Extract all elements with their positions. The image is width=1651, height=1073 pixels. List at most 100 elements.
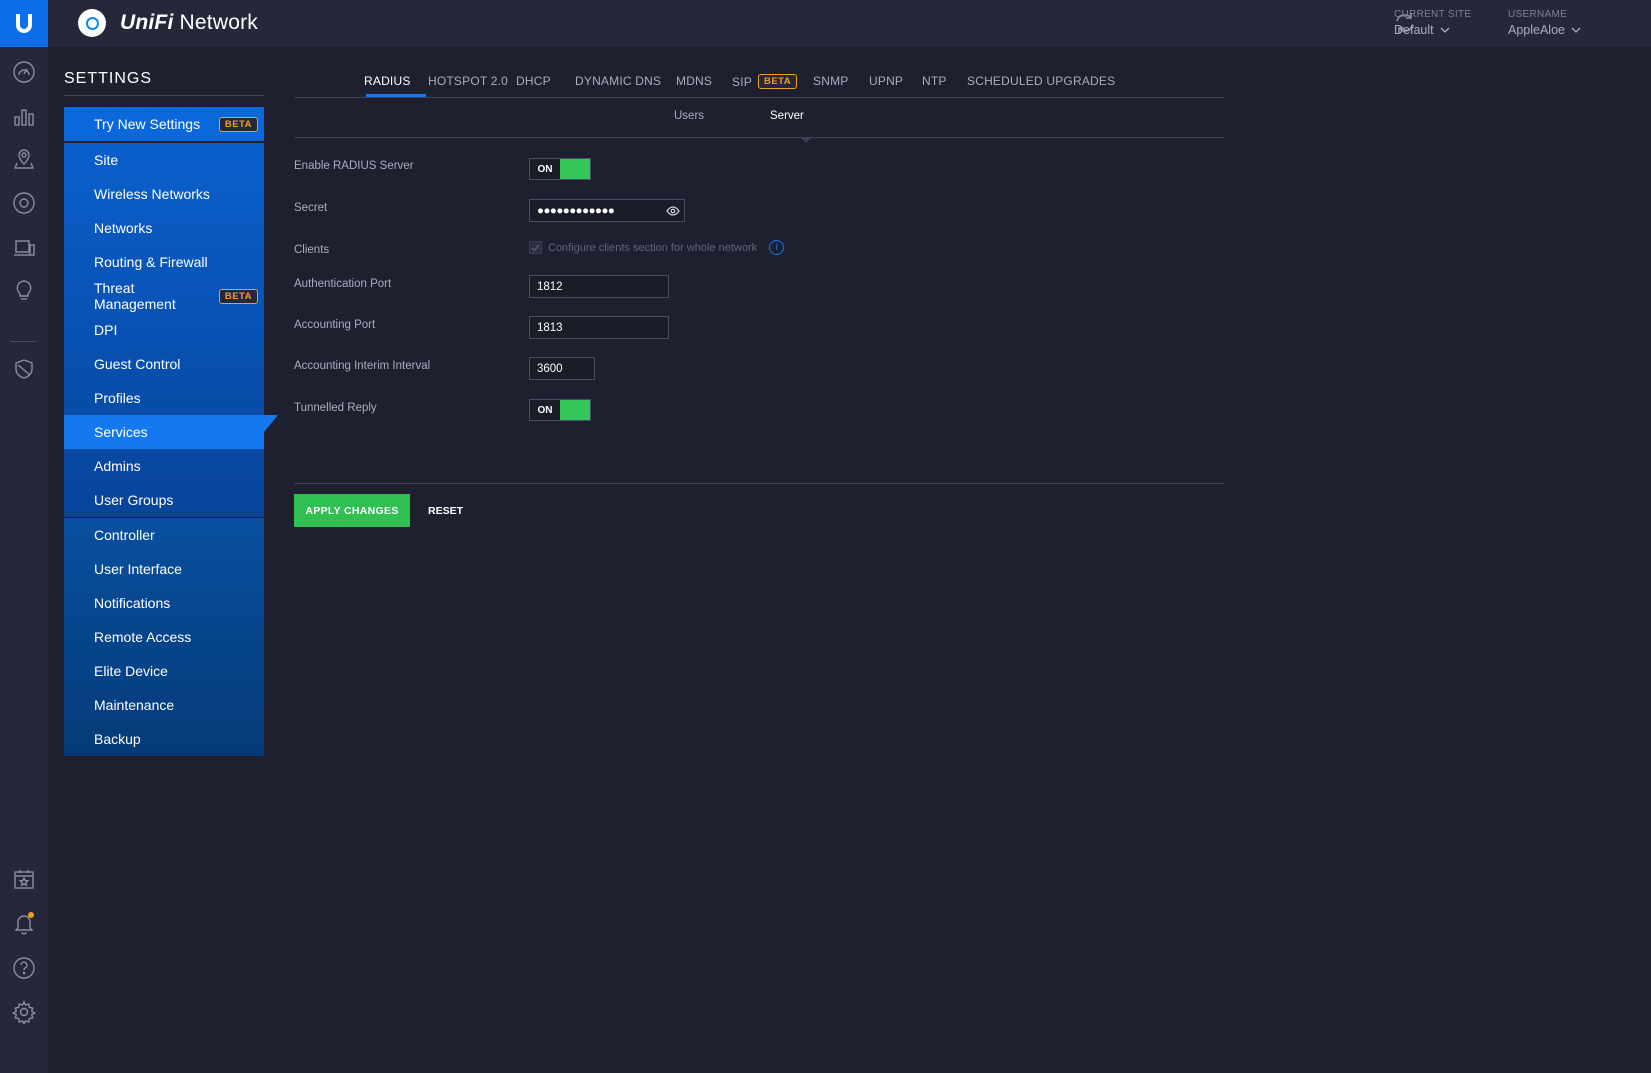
enable-radius-toggle[interactable]: ON — [529, 158, 591, 180]
info-icon[interactable]: i — [769, 240, 785, 255]
sidebar-item-services[interactable]: Services — [64, 415, 278, 449]
tab-sip[interactable]: SIP BETA — [732, 74, 803, 89]
tab-mdns[interactable]: MDNS — [676, 74, 712, 88]
tab-label: SNMP — [813, 74, 849, 88]
sidebar-item-label: Site — [94, 152, 119, 168]
tab-label: UPNP — [869, 74, 904, 88]
secret-label: Secret — [294, 202, 328, 214]
acct-interim-label: Accounting Interim Interval — [294, 360, 431, 372]
sidebar-item-label: Wireless Networks — [94, 186, 210, 202]
tab-upnp[interactable]: UPNP — [869, 74, 903, 88]
current-site-value: Default — [1394, 23, 1434, 37]
auth-port-row: Authentication Port — [294, 278, 391, 290]
username-selector[interactable]: USERNAME AppleAloe — [1508, 9, 1581, 37]
acct-interim-input[interactable]: 3600 — [529, 357, 595, 380]
tab-radius[interactable]: RADIUS — [364, 74, 411, 88]
sidebar-try-new-group: Try New Settings BETA — [64, 107, 264, 141]
sidebar-item-label: Networks — [94, 220, 153, 236]
devices-icon[interactable] — [10, 189, 38, 217]
sidebar-item-guest-control[interactable]: Guest Control — [64, 347, 264, 381]
sidebar-item-label: User Interface — [94, 561, 182, 577]
current-site-selector[interactable]: CURRENT SITE Default — [1394, 9, 1471, 37]
threat-shield-icon[interactable] — [10, 355, 38, 383]
icon-rail — [0, 0, 48, 1073]
dashboard-icon[interactable] — [10, 58, 38, 86]
toggle-knob — [560, 400, 590, 420]
sidebar-item-label: Backup — [94, 731, 141, 747]
sidebar-item-networks[interactable]: Networks — [64, 211, 264, 245]
secret-value: ●●●●●●●●●●●● — [537, 204, 615, 217]
subtab-server[interactable]: Server — [770, 110, 804, 122]
sidebar-item-routing-and-firewall[interactable]: Routing & Firewall — [64, 245, 264, 279]
tunnelled-reply-toggle[interactable]: ON — [529, 399, 591, 421]
statistics-icon[interactable] — [10, 102, 38, 130]
tab-dhcp[interactable]: DHCP — [516, 74, 551, 88]
acct-port-input-wrap: 1813 — [529, 316, 669, 339]
secret-input-wrap: ●●●●●●●●●●●● — [529, 199, 685, 222]
app-brand[interactable]: UniFi Network — [78, 9, 258, 37]
sidebar-item-label: Services — [94, 424, 148, 440]
sidebar-item-threat-management[interactable]: Threat Management BETA — [64, 279, 264, 313]
sidebar-item-wireless-networks[interactable]: Wireless Networks — [64, 177, 264, 211]
sidebar-item-label: Guest Control — [94, 356, 181, 372]
insights-icon[interactable] — [10, 276, 38, 304]
ubiquiti-logo-icon[interactable] — [0, 0, 48, 47]
sidebar-item-label: Routing & Firewall — [94, 254, 208, 270]
events-calendar-icon[interactable] — [10, 865, 38, 893]
sidebar-item-remote-access[interactable]: Remote Access — [64, 620, 264, 654]
sidebar-item-elite-device[interactable]: Elite Device — [64, 654, 264, 688]
tab-ntp[interactable]: NTP — [922, 74, 947, 88]
secret-input[interactable]: ●●●●●●●●●●●● — [529, 199, 685, 222]
help-icon[interactable] — [10, 954, 38, 982]
sidebar-item-controller[interactable]: Controller — [64, 518, 264, 552]
acct-interim-input-wrap: 3600 — [529, 357, 595, 380]
show-password-eye-icon[interactable] — [666, 204, 680, 218]
tab-scheduled-upgrades[interactable]: SCHEDULED UPGRADES — [967, 74, 1115, 88]
map-icon[interactable] — [10, 145, 38, 173]
settings-gear-icon[interactable] — [10, 998, 38, 1026]
tab-label: HOTSPOT 2.0 — [428, 74, 509, 88]
tab-dynamic-dns[interactable]: DYNAMIC DNS — [575, 74, 661, 88]
top-bar: UniFi Network CURRENT SITE Default USERN… — [48, 0, 1651, 47]
sidebar-item-site[interactable]: Site — [64, 143, 264, 177]
sidebar-item-dpi[interactable]: DPI — [64, 313, 264, 347]
toggle-knob — [560, 159, 590, 179]
app-title: UniFi Network — [120, 11, 258, 34]
sidebar-item-user-groups[interactable]: User Groups — [64, 483, 264, 517]
sidebar-item-admins[interactable]: Admins — [64, 449, 264, 483]
sidebar-item-label: Remote Access — [94, 629, 192, 645]
sidebar-item-label: User Groups — [94, 492, 174, 508]
clients-checkbox[interactable] — [529, 241, 542, 254]
apply-changes-button[interactable]: APPLY CHANGES — [294, 494, 410, 527]
sidebar-item-label: Admins — [94, 458, 141, 474]
beta-badge: BETA — [757, 74, 798, 89]
sidebar-item-try-new-settings[interactable]: Try New Settings BETA — [64, 107, 264, 141]
sidebar-item-backup[interactable]: Backup — [64, 722, 264, 756]
reset-button[interactable]: RESET — [428, 494, 463, 527]
clients-label: Clients — [294, 244, 330, 256]
enable-radius-label: Enable RADIUS Server — [294, 160, 414, 172]
alerts-bell-icon[interactable] — [10, 909, 38, 937]
sidebar-item-maintenance[interactable]: Maintenance — [64, 688, 264, 722]
sidebar-item-label: Maintenance — [94, 697, 175, 713]
secret-row: Secret — [294, 202, 327, 214]
tab-hotspot-2-0[interactable]: HOTSPOT 2.0 — [428, 74, 508, 88]
rail-separator — [10, 341, 36, 342]
tunnelled-reply-row: Tunnelled Reply — [294, 402, 377, 414]
sidebar-item-user-interface[interactable]: User Interface — [64, 552, 264, 586]
settings-title-divider — [64, 95, 264, 96]
enable-radius-row: Enable RADIUS Server — [294, 160, 414, 172]
tab-label: MDNS — [676, 74, 713, 88]
clients-row: Clients — [294, 244, 329, 256]
tab-snmp[interactable]: SNMP — [813, 74, 848, 88]
clients-checkbox-row: Configure clients section for whole netw… — [529, 240, 785, 255]
sidebar-item-notifications[interactable]: Notifications — [64, 586, 264, 620]
subtab-users[interactable]: Users — [674, 110, 704, 122]
active-tab-indicator — [366, 94, 426, 97]
checkmark-icon — [531, 244, 540, 251]
sidebar-item-profiles[interactable]: Profiles — [64, 381, 264, 415]
acct-port-input[interactable]: 1813 — [529, 316, 669, 339]
clients-icon[interactable] — [10, 234, 38, 262]
settings-tabs: RADIUS HOTSPOT 2.0 DHCP DYNAMIC DNS MDNS SIP B… — [294, 70, 1224, 98]
auth-port-input[interactable]: 1812 — [529, 275, 669, 298]
